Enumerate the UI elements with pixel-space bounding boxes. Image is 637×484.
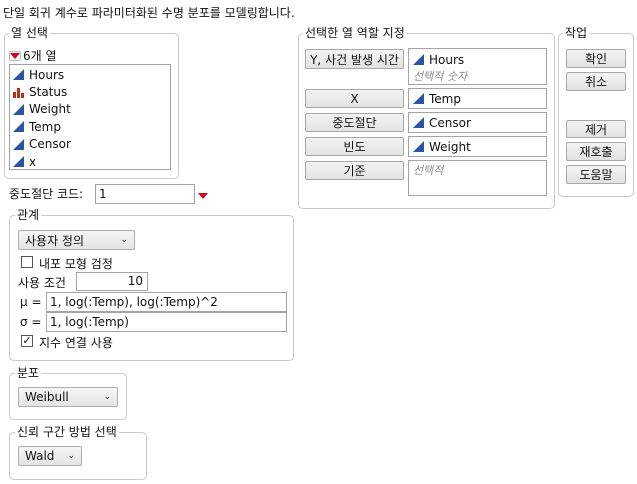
usage-condition-value: 10 [127, 274, 143, 288]
nominal-bar-icon [13, 87, 24, 98]
dialog-description: 단일 회귀 계수로 파라미터화된 수명 분포를 모델링합니다. [3, 6, 295, 20]
x-role-list[interactable]: Temp [408, 88, 547, 109]
y-role-item-label: Hours [429, 52, 465, 67]
column-list[interactable]: Hours Status Weight Temp Censor x [9, 64, 171, 170]
chevron-down-icon: ⌄ [67, 451, 75, 461]
x-role-item-label: Temp [429, 91, 461, 106]
y-role-placeholder: 선택적 숫자 [413, 70, 468, 83]
x-role-button[interactable]: X [305, 89, 404, 108]
column-list-item[interactable]: x [10, 153, 170, 170]
column-list-item[interactable]: Weight [10, 101, 170, 118]
censor-role-button[interactable]: 중도절단 [305, 113, 404, 132]
censor-role-item[interactable]: Censor [409, 114, 546, 131]
relationship-type-value: 사용자 정의 [25, 233, 85, 248]
ok-button[interactable]: 확인 [566, 49, 626, 68]
column-list-item[interactable]: Temp [10, 118, 170, 135]
continuous-icon [13, 156, 24, 168]
censor-role-list[interactable]: Censor [408, 112, 547, 133]
column-count-row[interactable]: 6개 열 [9, 47, 57, 64]
column-name: Status [29, 85, 68, 100]
column-name: x [29, 154, 37, 169]
action-group-title: 작업 [563, 26, 590, 40]
red-triangle-menu-icon[interactable] [9, 50, 21, 61]
usage-condition-input[interactable]: 10 [76, 272, 148, 291]
column-list-item[interactable]: Hours [10, 66, 170, 83]
nested-test-checkbox[interactable] [21, 256, 33, 268]
continuous-icon [413, 117, 424, 128]
checkmark-icon: ✓ [22, 334, 32, 347]
by-role-button[interactable]: 기준 [305, 161, 404, 180]
censor-code-input[interactable]: 1 [95, 184, 195, 204]
exp-link-checkbox[interactable]: ✓ [21, 335, 33, 347]
ci-method-group-title: 신뢰 구간 방법 선택 [15, 425, 119, 439]
continuous-icon [413, 54, 424, 65]
column-name: Censor [29, 137, 71, 152]
continuous-icon [13, 138, 24, 150]
cancel-button[interactable]: 취소 [566, 72, 626, 91]
column-list-item[interactable]: Censor [10, 136, 170, 153]
freq-role-list[interactable]: Weight [408, 136, 547, 157]
relationship-type-dropdown[interactable]: 사용자 정의 ⌄ [18, 230, 135, 250]
sigma-formula-value: 1, log(:Temp) [50, 315, 129, 329]
column-select-title: 열 선택 [9, 26, 50, 40]
y-role-list[interactable]: Hours 선택적 숫자 [408, 48, 547, 85]
censor-code-red-triangle-icon[interactable] [196, 190, 209, 201]
remove-button[interactable]: 제거 [566, 120, 626, 138]
chevron-down-icon: ⌄ [120, 235, 128, 245]
mu-formula-value: 1, log(:Temp), log(:Temp)^2 [50, 295, 218, 309]
mu-label: μ = [20, 295, 42, 309]
ci-method-value: Wald [25, 449, 55, 463]
column-name: Weight [29, 102, 71, 117]
column-name: Temp [29, 119, 61, 134]
distribution-value: Weibull [25, 390, 69, 404]
mu-formula-input[interactable]: 1, log(:Temp), log(:Temp)^2 [46, 292, 287, 312]
sigma-formula-input[interactable]: 1, log(:Temp) [46, 312, 287, 332]
chevron-down-icon: ⌄ [103, 392, 111, 402]
usage-condition-label: 사용 조건 [18, 276, 66, 290]
role-group-title: 선택한 열 역할 지정 [303, 26, 407, 40]
y-role-item[interactable]: Hours [409, 51, 546, 68]
continuous-icon [13, 103, 24, 115]
freq-role-button[interactable]: 빈도 [305, 137, 404, 156]
column-name: Hours [29, 67, 65, 82]
sigma-label: σ = [20, 315, 42, 329]
column-list-item[interactable]: Status [10, 83, 170, 100]
by-role-placeholder: 선택적 [413, 164, 444, 177]
continuous-icon [13, 121, 24, 133]
censor-role-item-label: Censor [429, 115, 471, 130]
distribution-group-title: 분포 [15, 366, 42, 380]
help-button[interactable]: 도움말 [566, 165, 626, 184]
freq-role-item[interactable]: Weight [409, 138, 546, 155]
y-time-to-event-button[interactable]: Y, 사건 발생 시간 [305, 49, 404, 69]
x-role-item[interactable]: Temp [409, 90, 546, 107]
continuous-icon [413, 141, 424, 152]
distribution-dropdown[interactable]: Weibull ⌄ [18, 387, 118, 407]
censor-code-value: 1 [99, 187, 107, 201]
exp-link-label: 지수 연결 사용 [39, 336, 113, 350]
freq-role-item-label: Weight [429, 139, 471, 154]
censor-code-label: 중도절단 코드: [9, 187, 84, 201]
continuous-icon [13, 69, 24, 81]
relationship-group-title: 관계 [15, 208, 42, 222]
nested-test-label: 내포 모형 검정 [39, 257, 113, 271]
ci-method-dropdown[interactable]: Wald ⌄ [18, 446, 82, 466]
column-count-label: 6개 열 [23, 49, 57, 63]
continuous-icon [413, 93, 424, 104]
by-role-list[interactable]: 선택적 [408, 160, 547, 196]
recall-button[interactable]: 재호출 [566, 142, 626, 161]
